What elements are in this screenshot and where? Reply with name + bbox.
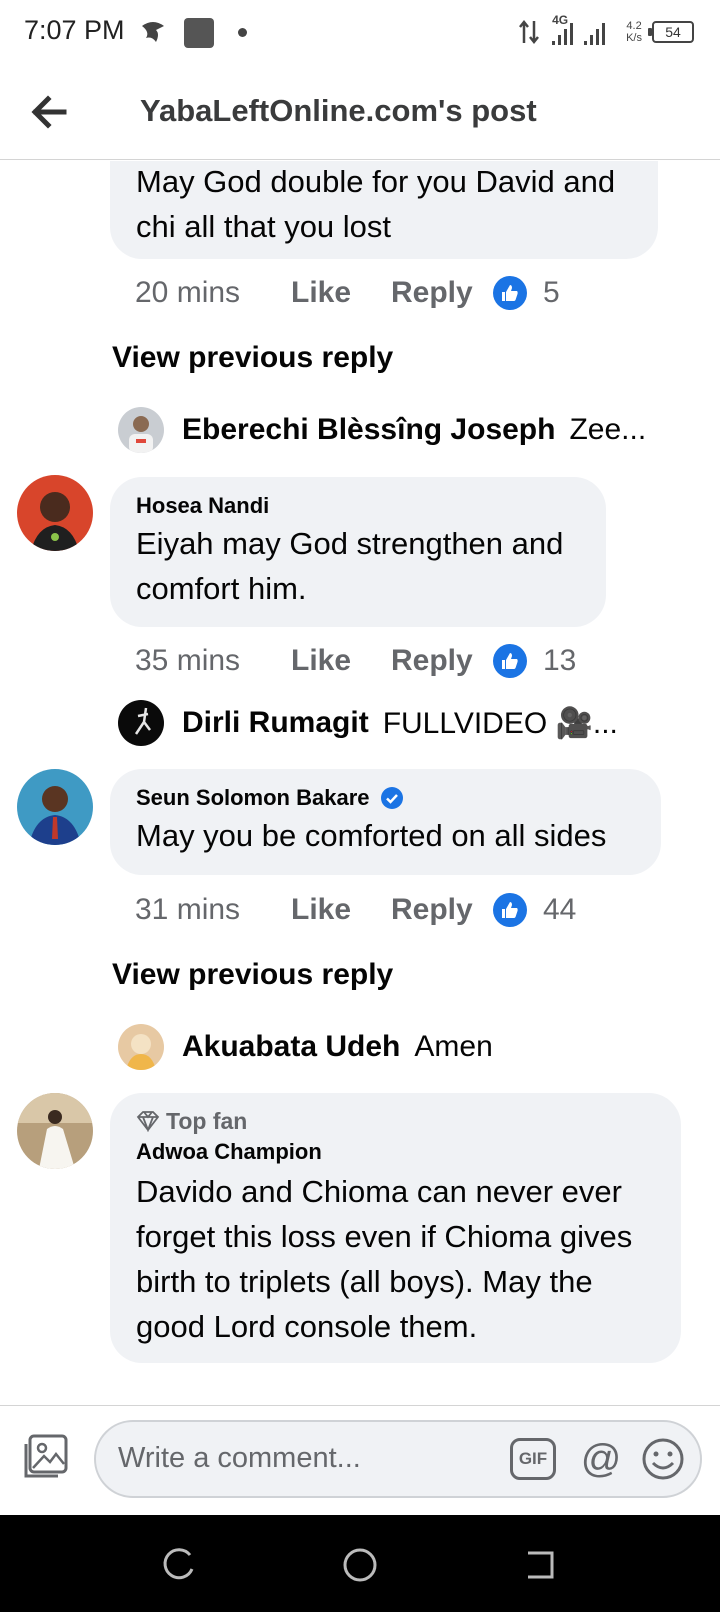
comments-list[interactable]: May God double for you David and chi all… — [0, 161, 720, 1405]
reaction-count: 13 — [543, 644, 577, 677]
mention-icon[interactable]: @ — [578, 1436, 624, 1482]
notification-app-icon — [142, 22, 164, 42]
comment-time: 20 mins — [135, 276, 241, 309]
home-icon[interactable] — [340, 1545, 380, 1585]
thumbs-up-icon[interactable] — [493, 276, 527, 310]
reply-button[interactable]: Reply — [391, 893, 493, 927]
emoji-icon[interactable] — [640, 1436, 686, 1482]
system-nav-bar — [0, 1515, 720, 1612]
like-button[interactable]: Like — [291, 644, 391, 678]
recent-apps-icon[interactable] — [160, 1545, 200, 1585]
thumbs-up-icon[interactable] — [493, 644, 527, 678]
status-bar: 7:07 PM 4G 4.2 K/s 54 — [0, 0, 720, 66]
status-time: 7:07 PM — [24, 15, 125, 45]
like-button[interactable]: Like — [291, 893, 391, 927]
author-name[interactable]: Seun Solomon Bakare — [136, 785, 370, 811]
reply-author[interactable]: Akuabata Udeh — [182, 1030, 400, 1064]
status-indicators: 4G 4.2 K/s 54 — [518, 13, 694, 50]
reply-preview[interactable]: Dirli Rumagit FULLVIDEO 🎥... — [118, 698, 618, 748]
gif-label: GIF — [518, 1449, 548, 1468]
comment-time: 35 mins — [135, 644, 241, 677]
comment-time: 31 mins — [135, 893, 241, 926]
notification-dot-icon — [238, 28, 247, 37]
avatar[interactable] — [17, 1093, 93, 1169]
badge-label: Top fan — [166, 1107, 248, 1134]
battery-icon: 54 — [648, 21, 694, 43]
diamond-icon — [136, 1111, 160, 1132]
view-previous-reply[interactable]: View previous reply — [112, 341, 393, 375]
avatar[interactable] — [118, 1024, 164, 1070]
reply-author[interactable]: Dirli Rumagit — [182, 706, 369, 740]
top-fan-badge: Top fan — [136, 1105, 655, 1137]
reply-preview[interactable]: Eberechi Blèssîng Joseph Zee... — [118, 405, 646, 455]
speed-value: 4.2 — [626, 20, 642, 32]
data-transfer-icon — [519, 19, 540, 45]
photo-icon[interactable] — [20, 1430, 72, 1482]
speed-unit: K/s — [626, 32, 642, 44]
comment-text: Eiyah may God strengthen and comfort him… — [136, 526, 564, 606]
mention-label: @ — [580, 1437, 622, 1481]
comment-author[interactable]: Seun Solomon Bakare — [136, 783, 635, 813]
author-name[interactable]: Hosea Nandi — [136, 493, 269, 519]
notification-square-icon — [184, 18, 214, 48]
arrow-left-icon[interactable] — [24, 86, 76, 138]
comment-input[interactable]: Write a comment... GIF @ — [94, 1420, 702, 1498]
page-title: YabaLeftOnline.com's post — [140, 93, 537, 128]
comment-actions: 35 mins Like Reply 13 — [135, 641, 576, 681]
comment-bubble[interactable]: May God double for you David and chi all… — [110, 161, 658, 259]
reply-author[interactable]: Eberechi Blèssîng Joseph — [182, 413, 555, 447]
gif-icon[interactable]: GIF — [510, 1438, 556, 1480]
verified-badge-icon — [380, 787, 403, 809]
comment-bubble[interactable]: Seun Solomon Bakare May you be comforted… — [110, 769, 661, 875]
comment-bubble[interactable]: Hosea Nandi Eiyah may God strengthen and… — [110, 477, 606, 627]
reply-preview[interactable]: Akuabata Udeh Amen — [118, 1022, 493, 1072]
comment-actions: 31 mins Like Reply 44 — [135, 890, 576, 930]
reply-text: Amen — [414, 1030, 493, 1063]
reply-button[interactable]: Reply — [391, 644, 493, 678]
comment-text: Davido and Chioma can never ever forget … — [136, 1174, 633, 1344]
back-nav-icon[interactable] — [520, 1545, 560, 1585]
comment-placeholder: Write a comment... — [118, 1442, 361, 1474]
thumbs-up-icon[interactable] — [493, 893, 527, 927]
reaction-count: 5 — [543, 276, 560, 309]
comment-author[interactable]: Hosea Nandi — [136, 491, 580, 521]
comment-text: May God double for you David and chi all… — [136, 164, 616, 244]
comment-author[interactable]: Adwoa Champion — [136, 1137, 655, 1167]
avatar[interactable] — [118, 407, 164, 453]
avatar[interactable] — [17, 769, 93, 845]
network-speed: 4.2 K/s — [626, 20, 642, 44]
comment-text: May you be comforted on all sides — [136, 818, 607, 853]
reaction-count: 44 — [543, 893, 577, 926]
comment-actions: 20 mins Like Reply 5 — [135, 273, 560, 313]
reply-text: FULLVIDEO 🎥... — [382, 706, 618, 740]
comment-composer: Write a comment... GIF @ — [0, 1405, 720, 1515]
avatar[interactable] — [17, 475, 93, 551]
post-header: YabaLeftOnline.com's post — [0, 66, 720, 160]
like-button[interactable]: Like — [291, 276, 391, 310]
comment-bubble[interactable]: Top fan Adwoa Champion Davido and Chioma… — [110, 1093, 681, 1363]
avatar[interactable] — [118, 700, 164, 746]
reply-text: Zee... — [569, 413, 647, 446]
reply-button[interactable]: Reply — [391, 276, 493, 310]
author-name[interactable]: Adwoa Champion — [136, 1139, 322, 1165]
signal-icon: 4G — [550, 13, 616, 47]
view-previous-reply[interactable]: View previous reply — [112, 958, 393, 992]
